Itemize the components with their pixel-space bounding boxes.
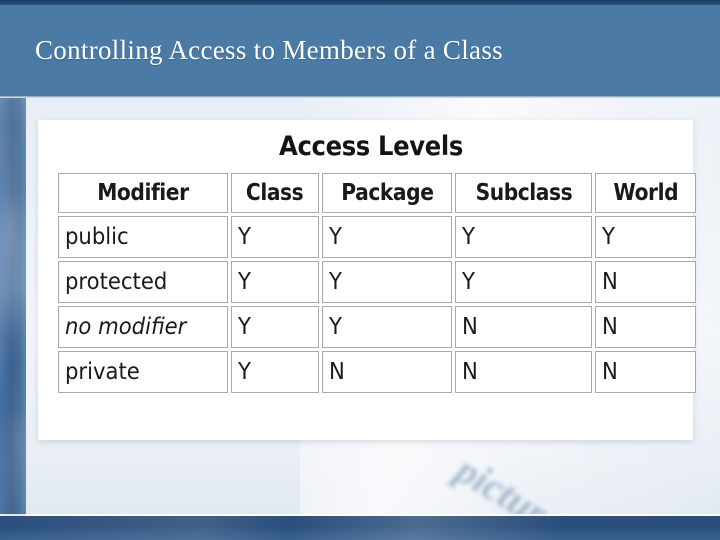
table-row: no modifier Y Y N N xyxy=(58,306,696,348)
cell-class: Y xyxy=(231,261,319,303)
slide: pictur scree Controlling Access to Membe… xyxy=(0,0,720,540)
cell-class-label: Y xyxy=(238,224,251,250)
cell-subclass-label: N xyxy=(462,314,478,340)
cell-subclass: N xyxy=(455,306,592,348)
access-levels-figure: Access Levels Modifier Class Package Sub… xyxy=(55,131,696,396)
cell-class-label: Y xyxy=(238,359,251,385)
cell-package-label: Y xyxy=(329,314,342,340)
cell-world-label: N xyxy=(602,359,618,385)
cell-modifier: public xyxy=(58,216,228,258)
cell-modifier-label: private xyxy=(65,359,140,385)
cell-subclass: N xyxy=(455,351,592,393)
cell-subclass-label: N xyxy=(462,359,478,385)
cell-package-label: Y xyxy=(329,269,342,295)
table-body: public Y Y Y Y protected Y Y Y N no modi… xyxy=(58,216,696,393)
column-header-package: Package xyxy=(322,173,452,213)
table-row: protected Y Y Y N xyxy=(58,261,696,303)
cell-class: Y xyxy=(231,351,319,393)
access-levels-table: Modifier Class Package Subclass World pu… xyxy=(55,170,699,396)
cell-world-label: N xyxy=(602,269,618,295)
cell-package: Y xyxy=(322,216,452,258)
column-header-package-label: Package xyxy=(340,180,434,206)
cell-modifier: protected xyxy=(58,261,228,303)
cell-modifier-label: protected xyxy=(65,269,168,295)
table-row: public Y Y Y Y xyxy=(58,216,696,258)
table-row: private Y N N N xyxy=(58,351,696,393)
cell-class: Y xyxy=(231,306,319,348)
cell-subclass: Y xyxy=(455,261,592,303)
cell-modifier-label: no modifier xyxy=(65,314,187,340)
title-underline xyxy=(0,95,720,98)
cell-package: Y xyxy=(322,306,452,348)
cell-modifier: private xyxy=(58,351,228,393)
table-caption: Access Levels xyxy=(279,131,463,162)
page-title: Controlling Access to Members of a Class xyxy=(35,34,503,65)
cell-world: N xyxy=(595,351,696,393)
cell-subclass-label: Y xyxy=(462,224,475,250)
cell-class: Y xyxy=(231,216,319,258)
cell-class-label: Y xyxy=(238,269,251,295)
column-header-world-label: World xyxy=(613,180,678,206)
column-header-subclass-label: Subclass xyxy=(475,180,572,206)
cell-world: N xyxy=(595,306,696,348)
column-header-modifier: Modifier xyxy=(58,173,228,213)
cell-world: Y xyxy=(595,216,696,258)
cell-subclass-label: Y xyxy=(462,269,475,295)
column-header-class-label: Class xyxy=(246,180,304,206)
cell-world-label: Y xyxy=(602,224,615,250)
title-banner: Controlling Access to Members of a Class xyxy=(0,5,720,95)
cell-modifier: no modifier xyxy=(58,306,228,348)
column-header-class: Class xyxy=(231,173,319,213)
cell-package-label: N xyxy=(329,359,345,385)
cell-world: N xyxy=(595,261,696,303)
cell-package-label: Y xyxy=(329,224,342,250)
cell-world-label: N xyxy=(602,314,618,340)
table-header-row: Modifier Class Package Subclass World xyxy=(58,173,696,213)
cell-package: N xyxy=(322,351,452,393)
bottom-band-highlight xyxy=(0,516,720,540)
cell-modifier-label: public xyxy=(65,224,129,250)
cell-subclass: Y xyxy=(455,216,592,258)
cell-class-label: Y xyxy=(238,314,251,340)
column-header-subclass: Subclass xyxy=(455,173,592,213)
column-header-world: World xyxy=(595,173,696,213)
left-band-highlight xyxy=(0,95,26,540)
cell-package: Y xyxy=(322,261,452,303)
column-header-modifier-label: Modifier xyxy=(97,180,189,206)
